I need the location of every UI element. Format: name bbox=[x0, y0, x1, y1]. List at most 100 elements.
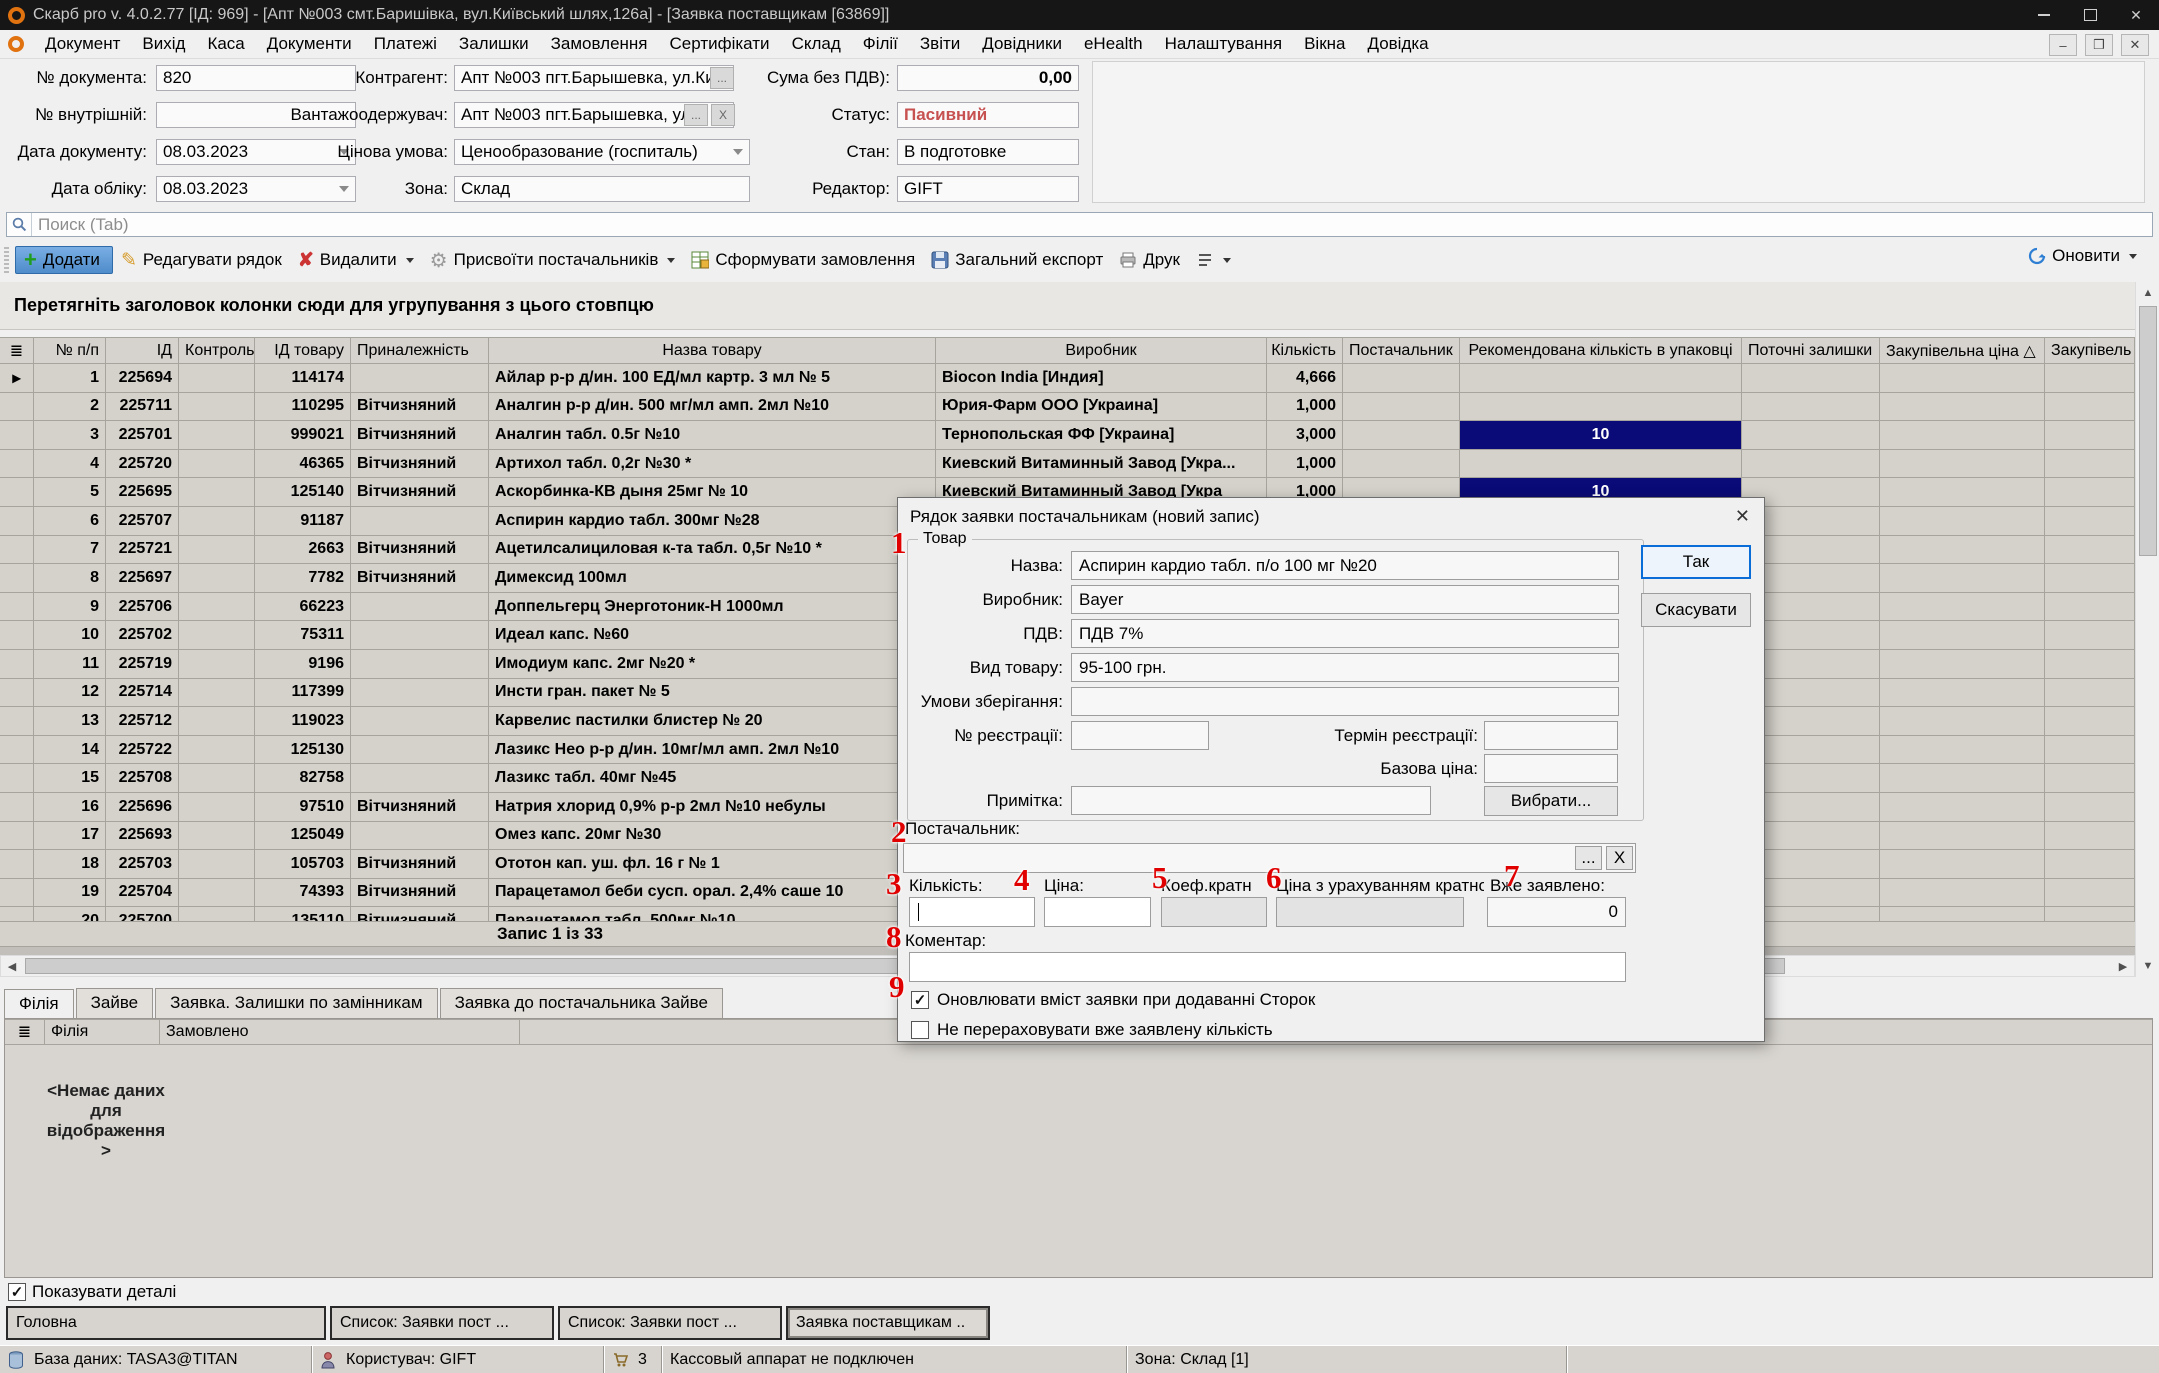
checkbox-checked-icon[interactable]: ✓ bbox=[8, 1283, 26, 1301]
menu-item-довідники[interactable]: Довідники bbox=[971, 31, 1073, 56]
update-request-checkbox[interactable]: ✓ Оновлювати вміст заявки при додаванні … bbox=[911, 990, 1315, 1010]
app-window: Скарб pro v. 4.0.2.77 [ІД: 969] - [Апт №… bbox=[0, 0, 2159, 1373]
scroll-right-icon[interactable]: ▶ bbox=[2112, 956, 2134, 976]
detail-col-filia[interactable]: Філія bbox=[45, 1019, 160, 1045]
show-details-checkbox[interactable]: ✓ Показувати деталі bbox=[8, 1282, 176, 1302]
tab-filia[interactable]: Філія bbox=[4, 989, 74, 1019]
table-row[interactable]: 2225711110295ВітчизнянийАналгин р-р д/ин… bbox=[0, 393, 2135, 422]
edit-row-button[interactable]: ✎ Редагувати рядок bbox=[113, 245, 290, 276]
choose-button[interactable]: Вибрати... bbox=[1484, 786, 1618, 816]
column-header-control[interactable]: Контроль bbox=[179, 337, 255, 364]
menu-item-довідка[interactable]: Довідка bbox=[1356, 31, 1439, 56]
checkbox-unchecked-icon[interactable] bbox=[911, 1021, 929, 1039]
window-tab-zayavka[interactable]: Заявка поставщикам .. bbox=[786, 1306, 990, 1340]
minimize-button[interactable] bbox=[2021, 0, 2067, 30]
cell-item_id: 9196 bbox=[255, 650, 351, 679]
dialog-close-icon[interactable]: ✕ bbox=[1735, 506, 1750, 527]
dlg-comment-field[interactable] bbox=[909, 952, 1626, 982]
print-button[interactable]: Друк bbox=[1111, 246, 1188, 274]
form-order-button[interactable]: Сформувати замовлення bbox=[683, 246, 923, 274]
scroll-left-icon[interactable]: ◀ bbox=[1, 956, 23, 976]
menu-item-платежі[interactable]: Платежі bbox=[363, 31, 448, 56]
column-header-stock[interactable]: Поточні залишки bbox=[1742, 337, 1880, 364]
dlg-reg-term-field[interactable] bbox=[1484, 721, 1618, 750]
menu-item-каса[interactable]: Каса bbox=[196, 31, 255, 56]
list-icon bbox=[1196, 251, 1214, 269]
menu-item-сертифікати[interactable]: Сертифікати bbox=[659, 31, 781, 56]
dlg-qty-field[interactable] bbox=[909, 897, 1035, 927]
sum-field: 0,00 bbox=[897, 65, 1079, 91]
menu-item-вікна[interactable]: Вікна bbox=[1293, 31, 1356, 56]
menu-item-залишки[interactable]: Залишки bbox=[448, 31, 540, 56]
menu-item-налаштування[interactable]: Налаштування bbox=[1154, 31, 1294, 56]
menu-item-склад[interactable]: Склад bbox=[781, 31, 852, 56]
dlg-price-field[interactable] bbox=[1044, 897, 1151, 927]
search-bar[interactable]: Поиск (Tab) bbox=[6, 212, 2153, 237]
cell-sel bbox=[0, 478, 34, 507]
mdi-restore-button[interactable]: ❒ bbox=[2085, 34, 2113, 56]
menu-item-звіти[interactable]: Звіти bbox=[909, 31, 971, 56]
dlg-vat-field[interactable]: ПДВ 7% bbox=[1071, 619, 1619, 648]
mdi-close-button[interactable]: ✕ bbox=[2121, 34, 2149, 56]
column-header-name[interactable]: Назва товару bbox=[489, 337, 936, 364]
layout-list-button[interactable] bbox=[1188, 247, 1239, 273]
column-header-supplier[interactable]: Постачальник bbox=[1343, 337, 1460, 364]
dlg-kind-field[interactable]: 95-100 грн. bbox=[1071, 653, 1619, 682]
dlg-name-field[interactable]: Аспирин кардио табл. п/о 100 мг №20 bbox=[1071, 551, 1619, 580]
cell-price2 bbox=[2045, 879, 2135, 908]
cell-control bbox=[179, 764, 255, 793]
tab-zaive[interactable]: Зайве bbox=[76, 988, 154, 1018]
supplier-clear-button[interactable]: X bbox=[1606, 846, 1633, 870]
scroll-up-icon[interactable]: ▲ bbox=[2137, 282, 2159, 304]
column-header-sel[interactable]: ≣ bbox=[0, 337, 34, 364]
cell-manufacturer: Тернопольская ФФ [Украина] bbox=[936, 421, 1267, 450]
no-recalc-checkbox[interactable]: Не перераховувати вже заявлену кількість bbox=[911, 1020, 1273, 1040]
tab-zayavka-postachalnyka[interactable]: Заявка до постачальника Зайве bbox=[440, 988, 723, 1018]
restore-button[interactable] bbox=[2067, 0, 2113, 30]
table-row[interactable]: ▸1225694114174Айлар р-р д/ин. 100 ЕД/мл … bbox=[0, 364, 2135, 393]
window-tab-spysok-1[interactable]: Список: Заявки пост ... bbox=[330, 1306, 554, 1340]
column-header-item_id[interactable]: ІД товару bbox=[255, 337, 351, 364]
menu-item-ehealth[interactable]: eHealth bbox=[1073, 31, 1154, 56]
mdi-minimize-button[interactable]: – bbox=[2049, 34, 2077, 56]
cancel-button[interactable]: Скасувати bbox=[1641, 593, 1751, 627]
vertical-scroll-thumb[interactable] bbox=[2139, 306, 2157, 556]
toolbar-grip[interactable] bbox=[4, 247, 9, 273]
dlg-storage-field[interactable] bbox=[1071, 687, 1619, 716]
menu-item-філії[interactable]: Філії bbox=[852, 31, 909, 56]
close-button[interactable]: ✕ bbox=[2113, 0, 2159, 30]
dlg-manufacturer-field[interactable]: Bayer bbox=[1071, 585, 1619, 614]
table-row[interactable]: 422572046365ВітчизнянийАртихол табл. 0,2… bbox=[0, 450, 2135, 479]
column-header-id[interactable]: ІД bbox=[106, 337, 179, 364]
dlg-reg-no-field[interactable] bbox=[1071, 721, 1209, 750]
menu-item-документи[interactable]: Документи bbox=[256, 31, 363, 56]
cell-item_id: 75311 bbox=[255, 621, 351, 650]
delete-button[interactable]: ✘ Видалити bbox=[290, 245, 422, 276]
general-export-button[interactable]: Загальний експорт bbox=[923, 246, 1111, 274]
table-row[interactable]: 3225701999021ВітчизнянийАналгин табл. 0.… bbox=[0, 421, 2135, 450]
column-header-price[interactable]: Закупівельна ціна △ bbox=[1880, 337, 2045, 364]
scroll-down-icon[interactable]: ▼ bbox=[2137, 955, 2159, 977]
supplier-browse-button[interactable]: ... bbox=[1575, 846, 1602, 870]
column-header-origin[interactable]: Приналежність bbox=[351, 337, 489, 364]
menu-item-документ[interactable]: Документ bbox=[34, 31, 131, 56]
window-tab-spysok-2[interactable]: Список: Заявки пост ... bbox=[558, 1306, 782, 1340]
window-tab-holovna[interactable]: Головна bbox=[6, 1306, 326, 1340]
detail-col-zamovleno[interactable]: Замовлено bbox=[160, 1019, 520, 1045]
column-header-recommended[interactable]: Рекомендована кількість в упаковці bbox=[1460, 337, 1742, 364]
assign-suppliers-button[interactable]: ⚙ Присвоїти постачальників bbox=[422, 244, 684, 277]
column-header-qty[interactable]: Кількість bbox=[1267, 337, 1343, 364]
dlg-base-price-field[interactable] bbox=[1484, 754, 1618, 783]
add-button[interactable]: + Додати bbox=[15, 246, 113, 274]
column-header-price2[interactable]: Закупівель bbox=[2045, 337, 2135, 364]
column-header-n[interactable]: № п/п bbox=[34, 337, 106, 364]
vertical-scrollbar[interactable]: ▲ ▼ bbox=[2135, 282, 2159, 977]
dlg-note-field[interactable] bbox=[1071, 786, 1431, 815]
checkbox-checked-icon[interactable]: ✓ bbox=[911, 991, 929, 1009]
tab-zalyshky-zaminnyky[interactable]: Заявка. Залишки по замінникам bbox=[155, 988, 437, 1018]
refresh-button[interactable]: Оновити bbox=[2028, 246, 2137, 266]
menu-item-замовлення[interactable]: Замовлення bbox=[540, 31, 659, 56]
column-header-manufacturer[interactable]: Виробник bbox=[936, 337, 1267, 364]
ok-button[interactable]: Так bbox=[1641, 545, 1751, 579]
menu-item-вихід[interactable]: Вихід bbox=[131, 31, 196, 56]
